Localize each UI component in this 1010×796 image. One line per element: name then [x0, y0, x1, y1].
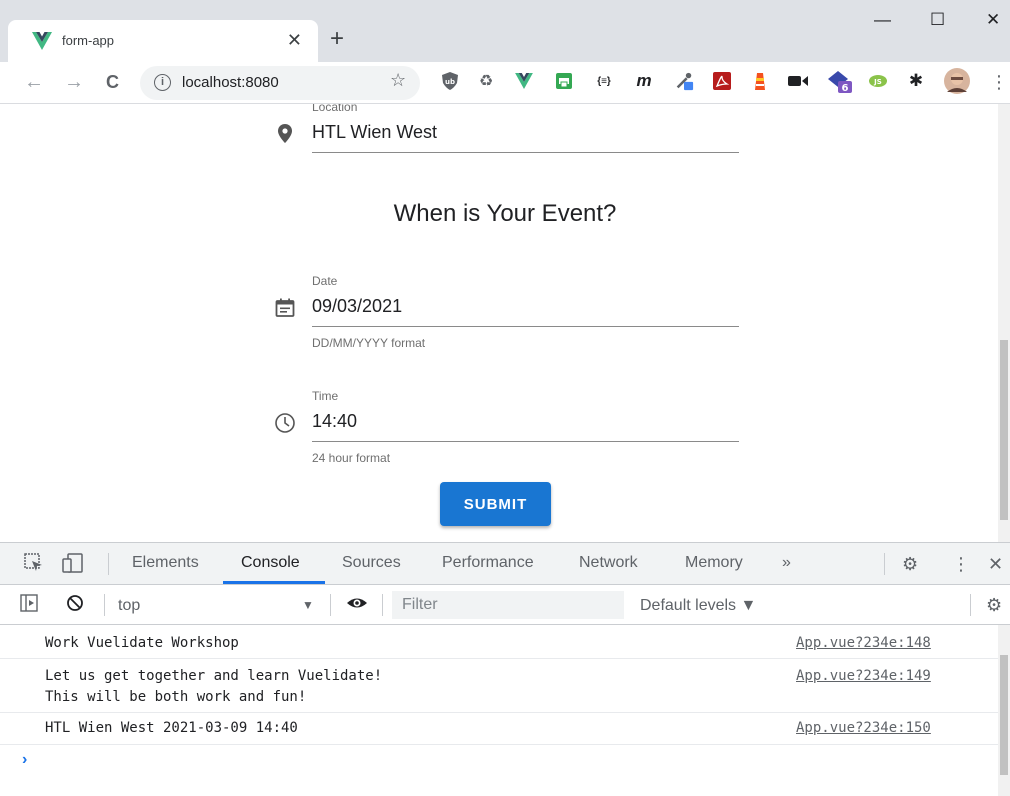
eye-icon[interactable] — [346, 594, 368, 617]
date-input[interactable]: 09/03/2021 — [312, 296, 402, 317]
filterbar-separator — [970, 594, 971, 616]
vue-devtools-icon[interactable] — [514, 70, 534, 92]
browser-titlebar: form-app ✕ + — ☐ ✕ — [0, 0, 1010, 62]
submit-button[interactable]: SUBMIT — [440, 482, 551, 526]
m-icon[interactable]: m — [634, 70, 654, 92]
forward-button[interactable]: → — [64, 71, 84, 93]
console-settings-gear-icon[interactable]: ⚙ — [986, 594, 1002, 616]
reload-button[interactable]: C — [106, 71, 119, 93]
svg-text:JS: JS — [873, 78, 882, 86]
vue-icon — [32, 32, 52, 50]
url-text[interactable]: localhost:8080 — [182, 74, 279, 91]
console-scrollbar-thumb[interactable] — [1000, 655, 1008, 775]
svg-text:ub: ub — [445, 78, 455, 86]
map-pin-icon — [278, 124, 292, 143]
log-source-link[interactable]: App.vue?234e:149 — [796, 666, 931, 687]
devtools-separator — [884, 553, 885, 575]
tab-network[interactable]: Network — [579, 554, 638, 572]
time-input[interactable]: 14:40 — [312, 411, 357, 432]
date-underline — [312, 326, 739, 327]
active-tab-indicator — [223, 581, 325, 584]
js-icon[interactable]: JS — [868, 70, 888, 92]
log-source-link[interactable]: App.vue?234e:148 — [796, 633, 931, 654]
recycle-icon[interactable]: ♻ — [476, 70, 496, 92]
bookmark-star-icon[interactable]: ☆ — [390, 70, 406, 91]
filterbar-separator — [382, 594, 383, 616]
console-prompt[interactable]: › — [22, 751, 27, 769]
console-log-row: Work Vuelidate Workshop App.vue?234e:148 — [0, 625, 998, 659]
time-label: Time — [312, 389, 339, 403]
eyedropper-icon[interactable] — [674, 70, 694, 92]
calendar-icon — [275, 298, 295, 317]
console-log-row: HTL Wien West 2021-03-09 14:40 App.vue?2… — [0, 713, 998, 745]
address-bar[interactable]: i localhost:8080 — [140, 66, 420, 100]
filterbar-separator — [104, 594, 105, 616]
devtools-separator — [108, 553, 109, 575]
lighthouse-icon[interactable] — [750, 70, 770, 92]
console-log-row: Let us get together and learn Vuelidate!… — [0, 659, 998, 713]
location-label: Location — [312, 104, 358, 114]
tab-console[interactable]: Console — [241, 554, 300, 572]
tab-elements[interactable]: Elements — [132, 554, 199, 572]
filterbar-separator — [330, 594, 331, 616]
device-toolbar-icon[interactable] — [62, 553, 84, 578]
minimize-button[interactable]: — — [874, 10, 891, 30]
json-icon[interactable]: {≡} — [594, 70, 614, 92]
tab-performance[interactable]: Performance — [442, 554, 534, 572]
section-title: When is Your Event? — [393, 200, 617, 227]
date-hint: DD/MM/YYYY format — [312, 336, 426, 350]
devtools-panel: Elements Console Sources Performance Net… — [0, 542, 1010, 796]
more-tabs-button[interactable]: » — [782, 554, 791, 572]
devtools-tabbar: Elements Console Sources Performance Net… — [0, 543, 1010, 585]
pdf-icon[interactable] — [712, 70, 732, 92]
log-message: Work Vuelidate Workshop — [45, 635, 239, 651]
time-hint: 24 hour format — [312, 451, 391, 465]
page-viewport: Location HTL Wien West When is Your Even… — [0, 104, 1010, 542]
location-input[interactable]: HTL Wien West — [312, 122, 437, 143]
devtools-menu-icon[interactable]: ⋮ — [952, 553, 970, 575]
clear-console-icon[interactable] — [66, 594, 84, 617]
devtools-close-button[interactable]: ✕ — [988, 553, 1003, 575]
inspect-element-icon[interactable] — [24, 553, 44, 578]
puzzle-icon[interactable]: ✱ — [906, 70, 926, 92]
log-message: Let us get together and learn Vuelidate!… — [45, 668, 383, 705]
browser-tab[interactable]: form-app ✕ — [8, 20, 318, 62]
log-levels-select[interactable]: Default levels ▼ — [640, 597, 756, 615]
log-message: HTL Wien West 2021-03-09 14:40 — [45, 720, 298, 736]
window-close-button[interactable]: ✕ — [986, 10, 1000, 30]
kebab-menu-icon[interactable]: ⋮ — [990, 72, 1008, 92]
context-select[interactable]: top — [118, 597, 140, 615]
ublock-icon[interactable]: ub — [440, 70, 460, 92]
sidebar-toggle-icon[interactable] — [20, 594, 38, 617]
camera-icon[interactable] — [788, 70, 808, 92]
svg-text:6: 6 — [842, 83, 849, 93]
console-filterbar: top ▼ Default levels ▼ ⚙ — [0, 585, 1010, 625]
clock-icon — [275, 413, 295, 433]
extension-badge-icon[interactable]: 6 — [826, 70, 854, 93]
chevron-down-icon[interactable]: ▼ — [302, 598, 314, 612]
time-underline — [312, 441, 739, 442]
page-scrollbar-thumb[interactable] — [1000, 340, 1008, 520]
log-source-link[interactable]: App.vue?234e:150 — [796, 718, 931, 739]
back-button[interactable]: ← — [24, 71, 44, 93]
settings-gear-icon[interactable]: ⚙ — [902, 553, 918, 575]
info-icon[interactable]: i — [154, 74, 171, 91]
profile-avatar[interactable] — [944, 68, 970, 94]
tab-title: form-app — [62, 33, 115, 48]
printer-icon[interactable] — [554, 70, 574, 92]
maximize-button[interactable]: ☐ — [930, 10, 945, 30]
date-label: Date — [312, 274, 338, 288]
browser-toolbar: ← → C i localhost:8080 ☆ ub ♻ {≡} m 6 JS… — [0, 62, 1010, 104]
tab-memory[interactable]: Memory — [685, 554, 743, 572]
tab-sources[interactable]: Sources — [342, 554, 401, 572]
console-scrollbar[interactable] — [998, 625, 1010, 796]
location-underline — [312, 152, 739, 153]
filter-input[interactable] — [392, 591, 624, 619]
page-scrollbar[interactable] — [998, 104, 1010, 542]
tab-close-button[interactable]: ✕ — [287, 28, 302, 52]
new-tab-button[interactable]: + — [330, 26, 344, 52]
